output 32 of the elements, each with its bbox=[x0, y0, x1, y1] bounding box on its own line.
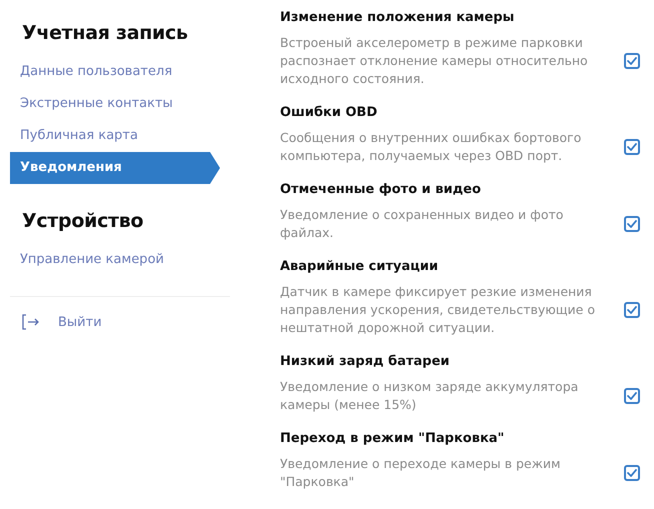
checkbox[interactable] bbox=[624, 53, 640, 69]
notification-title: Изменение положения камеры bbox=[280, 9, 516, 27]
sidebar-item[interactable]: Экстренные контакты bbox=[10, 88, 220, 120]
check-icon bbox=[627, 143, 637, 151]
notification-description: Уведомление о сохраненных видео и фото файлах. bbox=[280, 206, 564, 242]
notification-description: Уведомление о низком заряде аккумулятора камеры (менее 15%) bbox=[280, 378, 580, 414]
notification-description: Уведомление о переходе камеры в режим "Парковка" bbox=[280, 455, 562, 491]
logout-link[interactable]: Выйти bbox=[58, 314, 102, 330]
notification-description: Встроеный акселерометр в режиме парковки распознает отклонение камеры относительно исходного состояния. bbox=[280, 34, 589, 88]
sidebar-item[interactable]: Данные пользователя bbox=[10, 56, 220, 88]
notification-title: Аварийные ситуации bbox=[280, 258, 440, 276]
check-icon bbox=[627, 392, 637, 400]
notification-title: Переход в режим "Парковка" bbox=[280, 430, 506, 448]
notification-description: Датчик в камере фиксирует резкие изменения направления ускорения, свидетельствующие о нештатной дорожной ситуации. bbox=[280, 283, 596, 337]
checkbox[interactable] bbox=[624, 388, 640, 404]
notification-title: Низкий заряд батареи bbox=[280, 353, 451, 371]
notification-description: Сообщения о внутренних ошибках бортового компьютера, получаемых через OBD порт. bbox=[280, 129, 582, 165]
sidebar-item[interactable]: Уведомления bbox=[10, 152, 220, 184]
sidebar-item[interactable]: Публичная карта bbox=[10, 120, 220, 152]
sidebar-item[interactable]: Управление камерой bbox=[10, 244, 220, 276]
checkbox[interactable] bbox=[624, 465, 640, 481]
checkbox[interactable] bbox=[624, 216, 640, 232]
checkbox[interactable] bbox=[624, 139, 640, 155]
check-icon bbox=[627, 220, 637, 228]
section-heading: Устройство bbox=[21, 210, 144, 232]
notification-title: Отмеченные фото и видео bbox=[280, 181, 482, 199]
check-icon bbox=[627, 306, 637, 314]
check-icon bbox=[627, 469, 637, 477]
checkbox[interactable] bbox=[624, 302, 640, 318]
notification-title: Ошибки OBD bbox=[280, 104, 378, 122]
check-icon bbox=[627, 57, 637, 65]
section-heading: Учетная запись bbox=[21, 22, 189, 44]
